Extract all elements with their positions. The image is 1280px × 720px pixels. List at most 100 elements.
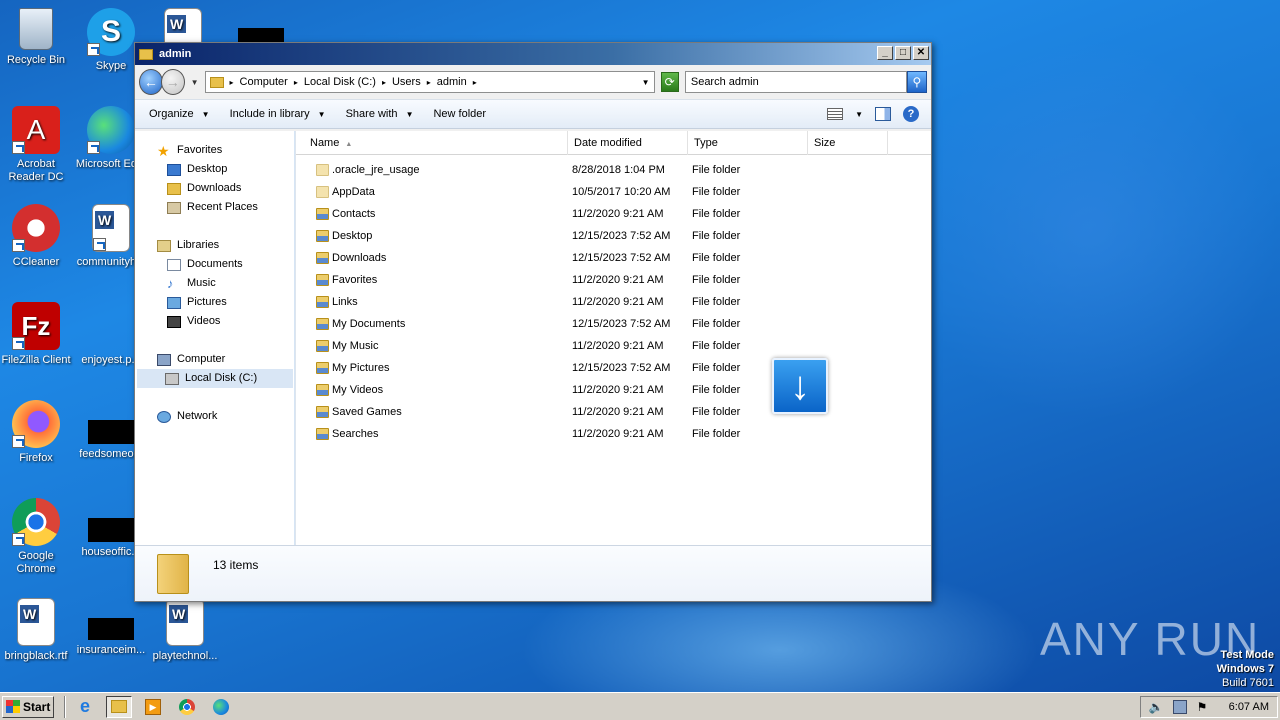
nav-desktop[interactable]: Desktop: [167, 160, 227, 179]
network-tray-icon[interactable]: [1172, 699, 1187, 714]
internet-explorer-icon[interactable]: e: [72, 696, 98, 718]
table-row[interactable]: Searches 11/2/2020 9:21 AM File folder: [296, 423, 931, 445]
desktop-icon-filezilla[interactable]: Fz FileZilla Client: [0, 302, 75, 367]
preview-pane-icon[interactable]: [875, 107, 891, 121]
table-row[interactable]: .oracle_jre_usage 8/28/2018 1:04 PM File f…: [296, 159, 931, 181]
file-type: File folder: [692, 406, 741, 418]
nav-downloads[interactable]: Downloads: [167, 179, 241, 198]
file-name: Desktop: [332, 230, 373, 242]
nav-pictures[interactable]: Pictures: [167, 293, 227, 312]
filezilla-icon: Fz: [12, 302, 60, 350]
file-type: File folder: [692, 384, 741, 396]
change-view-icon[interactable]: [827, 108, 844, 120]
nav-local-disk[interactable]: Local Disk (C:): [137, 369, 293, 388]
chevron-right-icon[interactable]: ▸: [473, 78, 477, 87]
desktop-icon-chrome[interactable]: Google Chrome: [0, 498, 75, 576]
network-icon: [157, 410, 171, 423]
file-type: File folder: [692, 318, 741, 330]
explorer-body: ★ Favorites Desktop Downloads Recent Plac…: [135, 131, 931, 547]
share-with-button[interactable]: Share with ▼: [346, 108, 414, 120]
chevron-right-icon[interactable]: ▸: [230, 78, 234, 87]
table-row[interactable]: Desktop 12/15/2023 7:52 AM File folder: [296, 225, 931, 247]
table-row[interactable]: Saved Games 11/2/2020 9:21 AM File folder: [296, 401, 931, 423]
desktop-icon-playtechnol[interactable]: W playtechnol...: [146, 598, 224, 663]
nav-recent-places[interactable]: Recent Places: [167, 198, 258, 217]
title-bar[interactable]: admin _ □ ✕: [135, 43, 931, 65]
column-size[interactable]: Size: [808, 131, 888, 155]
nav-music[interactable]: ♪ Music: [167, 274, 216, 293]
nav-videos[interactable]: Videos: [167, 312, 220, 331]
chevron-right-icon[interactable]: ▸: [382, 78, 386, 87]
desktop-icon-ccleaner[interactable]: CCleaner: [0, 204, 75, 269]
file-date: 11/2/2020 9:21 AM: [572, 428, 664, 440]
file-list[interactable]: Name ▲ Date modified Type Size .oracle_jr…: [295, 131, 931, 547]
search-icon[interactable]: ⚲: [906, 71, 928, 93]
help-icon[interactable]: ?: [903, 106, 919, 122]
table-row[interactable]: My Documents 12/15/2023 7:52 AM File folde…: [296, 313, 931, 335]
volume-icon[interactable]: 🔈: [1149, 700, 1164, 714]
breadcrumb-users[interactable]: Users: [392, 76, 421, 88]
start-button[interactable]: Start: [2, 695, 54, 718]
edge-taskbar-icon[interactable]: [208, 696, 234, 718]
file-type: File folder: [692, 274, 741, 286]
new-folder-button[interactable]: New folder: [433, 108, 486, 120]
navigation-pane[interactable]: ★ Favorites Desktop Downloads Recent Plac…: [135, 131, 295, 547]
column-name[interactable]: Name ▲: [304, 131, 568, 155]
table-row[interactable]: Favorites 11/2/2020 9:21 AM File folder: [296, 269, 931, 291]
table-row[interactable]: AppData 10/5/2017 10:20 AM File folder: [296, 181, 931, 203]
address-bar[interactable]: ▸ Computer ▸ Local Disk (C:) ▸ Users ▸ a…: [204, 71, 655, 93]
file-type: File folder: [692, 230, 741, 242]
breadcrumb-local-disk[interactable]: Local Disk (C:): [304, 76, 376, 88]
table-row[interactable]: My Music 11/2/2020 9:21 AM File folder: [296, 335, 931, 357]
column-date-modified[interactable]: Date modified: [568, 131, 688, 155]
column-type[interactable]: Type: [688, 131, 808, 155]
view-dropdown-button[interactable]: ▼: [855, 110, 863, 119]
address-row: ← → ▼ ▸ Computer ▸ Local Disk (C:) ▸ Use…: [135, 65, 931, 99]
table-row[interactable]: My Pictures 12/15/2023 7:52 AM File folder: [296, 357, 931, 379]
refresh-button[interactable]: ⟳: [660, 72, 679, 92]
table-row[interactable]: Downloads 12/15/2023 7:52 AM File folder: [296, 247, 931, 269]
table-row[interactable]: Contacts 11/2/2020 9:21 AM File folder: [296, 203, 931, 225]
breadcrumb-computer[interactable]: Computer: [240, 76, 288, 88]
desktop-icon: [167, 163, 181, 176]
nav-libraries[interactable]: Libraries: [157, 236, 219, 255]
recent-pages-dropdown[interactable]: ▼: [191, 78, 199, 87]
chrome-icon: [12, 498, 60, 546]
desktop-icon-insuranceim[interactable]: insuranceim...: [72, 644, 150, 657]
media-player-icon[interactable]: ▶: [140, 696, 166, 718]
address-dropdown-button[interactable]: ▼: [642, 78, 650, 87]
desktop-icon-recycle-bin[interactable]: Recycle Bin: [0, 8, 75, 67]
explorer-window[interactable]: admin _ □ ✕ ← → ▼ ▸ Computer ▸ Local Dis…: [134, 42, 932, 602]
desktop-icon-acrobat[interactable]: A Acrobat Reader DC: [0, 106, 75, 184]
action-center-flag-icon[interactable]: ⚑: [1197, 700, 1211, 714]
maximize-button[interactable]: □: [895, 46, 911, 60]
redacted-icon: [88, 420, 134, 444]
organize-button[interactable]: Organize ▼: [149, 108, 210, 120]
forward-button[interactable]: →: [160, 69, 185, 95]
chevron-down-icon: ▼: [405, 109, 414, 119]
nav-documents[interactable]: Documents: [167, 255, 243, 274]
folder-icon: [316, 384, 329, 396]
desktop-icon-bringblack[interactable]: W bringblack.rtf: [0, 598, 75, 663]
minimize-button[interactable]: _: [877, 46, 893, 60]
include-in-library-button[interactable]: Include in library ▼: [230, 108, 326, 120]
close-button[interactable]: ✕: [913, 46, 929, 60]
chrome-taskbar-icon[interactable]: [174, 696, 200, 718]
file-icon: [87, 302, 135, 350]
table-row[interactable]: My Videos 11/2/2020 9:21 AM File folder: [296, 379, 931, 401]
nav-computer[interactable]: Computer: [157, 350, 225, 369]
clock[interactable]: 6:07 AM: [1229, 701, 1269, 713]
folder-icon: [316, 340, 329, 352]
chevron-down-icon: ▼: [317, 109, 326, 119]
search-input[interactable]: Search admin: [684, 71, 907, 93]
explorer-taskbar-icon[interactable]: [106, 695, 132, 718]
file-name: My Music: [332, 340, 379, 352]
chevron-right-icon[interactable]: ▸: [294, 78, 298, 87]
nav-network[interactable]: Network: [157, 407, 217, 426]
back-button[interactable]: ←: [139, 69, 163, 95]
chevron-right-icon[interactable]: ▸: [427, 78, 431, 87]
desktop-icon-firefox[interactable]: Firefox: [0, 400, 75, 465]
nav-favorites[interactable]: ★ Favorites: [157, 141, 222, 160]
breadcrumb-admin[interactable]: admin: [437, 76, 467, 88]
table-row[interactable]: Links 11/2/2020 9:21 AM File folder: [296, 291, 931, 313]
